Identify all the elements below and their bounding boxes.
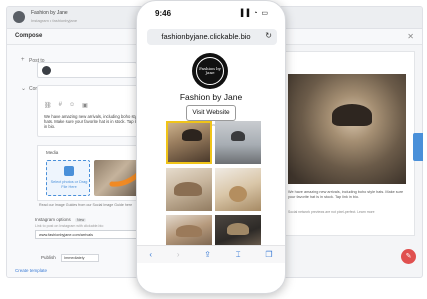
instagram-options: Instagram options New Link to post on In…: [35, 217, 147, 239]
content-toolbar: ⛓ # ☺ ▣: [44, 102, 88, 109]
new-badge: New: [75, 218, 87, 222]
share-icon[interactable]: ⇪: [204, 250, 211, 259]
media-upload-dropzone[interactable]: Select photos or Drag File Here: [46, 160, 90, 196]
content-editor[interactable]: ⛓ # ☺ ▣ We have amazing new arrivals, in…: [37, 85, 147, 137]
grid-image-highlighted[interactable]: [166, 121, 212, 164]
create-template-link[interactable]: Create template: [15, 268, 47, 273]
image-icon[interactable]: ▣: [82, 102, 88, 109]
instagram-link-input[interactable]: www.fashionbyjane.com/arrivals: [35, 230, 145, 239]
upload-icon: [64, 166, 74, 176]
signal-wifi-battery-icon: ▐▐ ◔ ▭: [238, 10, 269, 17]
bookmarks-icon[interactable]: ⌶: [236, 250, 241, 260]
emoji-icon[interactable]: ☺: [69, 102, 75, 109]
instagram-grid: [166, 121, 262, 246]
logo-text: Fashion by Jane: [196, 57, 224, 85]
link-icon[interactable]: ⛓: [44, 102, 52, 109]
selected-profile-avatar[interactable]: [42, 66, 51, 75]
account-avatar: [13, 11, 25, 23]
account-name: Fashion by Jane: [31, 10, 68, 16]
tabs-icon[interactable]: ❐: [265, 250, 272, 259]
feedback-tab[interactable]: [413, 133, 423, 161]
forward-icon[interactable]: ›: [177, 250, 180, 259]
browser-toolbar: ‹ › ⇪ ⌶ ❐: [137, 245, 285, 263]
grid-image[interactable]: [215, 121, 261, 164]
grid-image[interactable]: [166, 215, 212, 246]
publish-select[interactable]: Immediately: [61, 254, 100, 262]
publish-label: Publish: [41, 255, 56, 260]
chevron-icon: ⌄: [21, 86, 27, 92]
post-content-text[interactable]: We have amazing new arrivals, including …: [44, 114, 144, 129]
grid-image[interactable]: [166, 168, 212, 211]
close-icon[interactable]: ✕: [407, 32, 414, 41]
preview-caption: We have amazing new arrivals, including …: [288, 190, 404, 199]
status-time: 9:46: [155, 9, 172, 18]
account-subtitle: Instagram • fashionbyjane: [31, 18, 78, 23]
plus-icon: +: [21, 57, 25, 63]
profile-name: Fashion by Jane: [179, 92, 243, 102]
preview-photo: [288, 74, 406, 184]
grid-image[interactable]: [215, 168, 261, 211]
preview-hat-shape: [332, 104, 372, 126]
browser-url-bar[interactable]: fashionbyjane.clickable.bio ↻: [147, 29, 277, 45]
compose-title: Compose: [15, 33, 43, 39]
reload-icon[interactable]: ↻: [265, 31, 272, 40]
upload-text: Select photos or Drag File Here: [50, 180, 88, 189]
visit-website-button[interactable]: Visit Website: [186, 105, 236, 121]
preview-note: Social network previews are not pixel-pe…: [288, 210, 375, 214]
media-label: Media: [46, 150, 59, 155]
post-preview-panel: We have amazing new arrivals, including …: [277, 51, 415, 236]
profile-logo: Fashion by Jane: [192, 53, 228, 89]
publish-row: Publish Immediately: [41, 254, 100, 262]
post-to-field[interactable]: [37, 62, 137, 78]
phone-mockup: 9:46 ▐▐ ◔ ▭ fashionbyjane.clickable.bio …: [136, 0, 286, 294]
media-guide-note[interactable]: Read our Image Guides from our Social Im…: [39, 203, 145, 207]
status-bar: 9:46 ▐▐ ◔ ▭: [137, 1, 285, 23]
pencil-icon[interactable]: ✎: [401, 249, 416, 264]
instagram-options-title: Instagram options New: [35, 217, 147, 222]
instagram-options-label: Instagram options: [35, 217, 71, 222]
instagram-options-subtitle: Link to post on Instagram with clickable…: [35, 224, 104, 228]
grid-image[interactable]: [215, 215, 261, 246]
url-text[interactable]: fashionbyjane.clickable.bio: [147, 32, 265, 41]
back-icon[interactable]: ‹: [149, 250, 152, 259]
hashtag-icon[interactable]: #: [59, 102, 62, 109]
